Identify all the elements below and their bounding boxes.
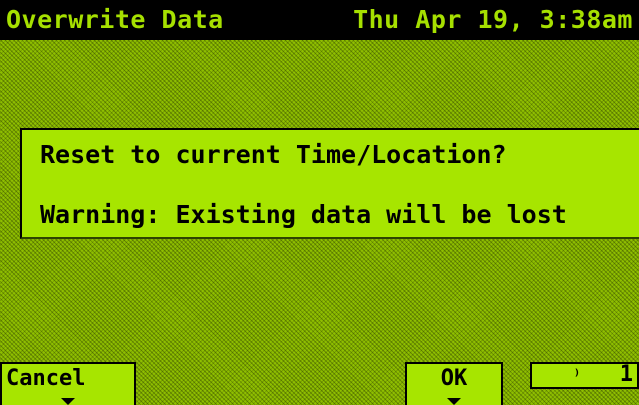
status-indicator: ⁾ 1 bbox=[530, 362, 639, 389]
dialog-warning: Warning: Existing data will be lost bbox=[40, 200, 567, 229]
title-bar: Overwrite Data Thu Apr 19, 3:38am bbox=[0, 0, 639, 40]
ok-button[interactable]: OK bbox=[405, 362, 503, 405]
softkey-arrow-icon bbox=[447, 398, 461, 405]
confirm-dialog: Reset to current Time/Location? Warning:… bbox=[20, 128, 639, 239]
signal-icon: ⁾ bbox=[572, 366, 582, 385]
cancel-button-label: Cancel bbox=[6, 366, 86, 391]
softkey-arrow-icon bbox=[61, 398, 75, 405]
ok-button-label: OK bbox=[440, 366, 468, 391]
device-screen: Overwrite Data Thu Apr 19, 3:38am Reset … bbox=[0, 0, 639, 405]
screen-title: Overwrite Data bbox=[6, 5, 224, 34]
cancel-button[interactable]: Cancel bbox=[0, 362, 136, 405]
date-time-display: Thu Apr 19, 3:38am bbox=[353, 5, 633, 34]
status-count: 1 bbox=[619, 362, 633, 387]
dialog-question: Reset to current Time/Location? bbox=[40, 140, 507, 169]
